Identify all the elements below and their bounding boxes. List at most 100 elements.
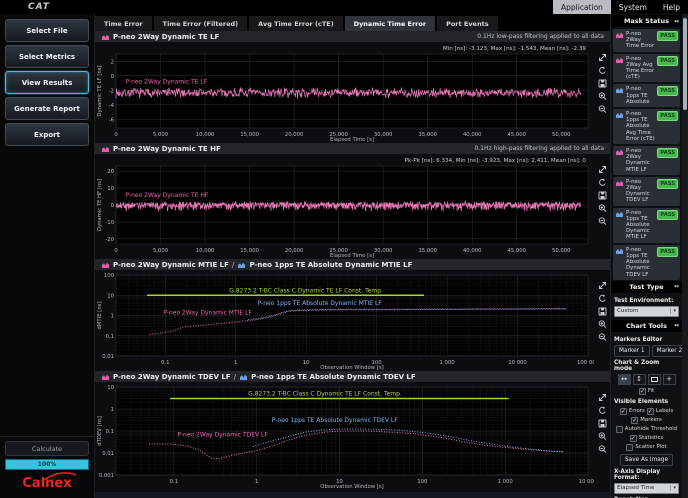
zoom-out-icon[interactable] — [597, 444, 608, 455]
zoom-out-icon[interactable] — [597, 332, 608, 343]
sidebar-button-select-file[interactable]: Select File — [5, 19, 89, 42]
svg-text:100 000: 100 000 — [577, 360, 594, 366]
tab-port-events[interactable]: Port Events — [437, 16, 498, 31]
xaxis-format-select[interactable]: Elapsed Time ▾ — [614, 483, 679, 494]
pan-vertical-icon[interactable]: ↕ — [633, 374, 646, 385]
marker-button-marker-2[interactable]: Marker 2 — [652, 345, 682, 357]
menu-item-help[interactable]: Help — [655, 0, 688, 14]
chart-canvas-3[interactable]: 0.11101001 00010 000100 0001001010.10.01… — [95, 270, 594, 371]
app-body: Select File Select Metrics View Results Gen… — [0, 14, 688, 498]
refresh-icon[interactable] — [597, 293, 608, 304]
tab-time-error[interactable]: Time Error — [95, 16, 152, 31]
expand-icon[interactable] — [597, 392, 608, 403]
sidebar-button-select-metrics[interactable]: Select Metrics — [5, 45, 89, 68]
save-image-icon[interactable] — [597, 306, 608, 317]
marker-button-marker-1[interactable]: Marker 1 — [614, 345, 650, 357]
blue-chart-icon — [237, 261, 246, 269]
svg-text:1: 1 — [234, 360, 237, 366]
zoom-in-icon[interactable] — [597, 319, 608, 330]
checkbox-label: Statistics — [639, 435, 664, 441]
calculate-button[interactable]: Calculate — [5, 441, 89, 456]
chart-canvas-2[interactable]: 05,00010,00015,00020,00025,00030,00035,0… — [95, 154, 594, 259]
mask-status-entry[interactable]: P-neo 1pps TE Absolute Avg Time Error (c… — [613, 109, 680, 144]
expand-icon[interactable] — [597, 164, 608, 175]
scrollbar-thumb[interactable] — [683, 18, 687, 110]
refresh-icon[interactable] — [597, 65, 608, 76]
status-badge: PASS — [657, 210, 678, 220]
chart-canvas-4[interactable]: 0.11101001 00010 0001010.10.010.001Obser… — [95, 382, 594, 490]
zoom-box-icon[interactable] — [648, 374, 661, 385]
svg-text:5,000: 5,000 — [153, 132, 169, 138]
title-separator: / — [232, 261, 235, 269]
checkbox-unchecked[interactable] — [616, 426, 623, 433]
mask-status-entry[interactable]: P-neo 2Way Dynamic TDEV LFPASS — [613, 177, 680, 206]
checkbox-checked[interactable]: ✓ — [620, 408, 627, 415]
save-image-icon[interactable] — [597, 190, 608, 201]
collapse-panel-icon[interactable]: ↔ — [674, 18, 679, 25]
zoom-in-icon[interactable] — [597, 91, 608, 102]
zoom-out-icon[interactable] — [597, 104, 608, 115]
svg-text:10: 10 — [303, 360, 310, 366]
series-label: P-neo 1pps TE Absolute Dynamic MTIE LF — [258, 300, 383, 307]
mask-status-header[interactable]: Mask Status ↔ — [611, 15, 682, 27]
refresh-icon[interactable] — [597, 177, 608, 188]
test-type-header[interactable]: Test Type ↔ — [611, 281, 682, 293]
sidebar-button-generate-report[interactable]: Generate Report — [5, 97, 89, 120]
tab-time-error-filtered-[interactable]: Time Error (Filtered) — [154, 16, 248, 31]
save-as-image-button[interactable]: Save As Image — [620, 454, 673, 466]
series-label: P-neo 2Way Dynamic TE HF — [125, 192, 208, 199]
chart-row: 05,00010,00015,00020,00025,00030,00035,0… — [95, 42, 610, 143]
blue-chart-icon — [615, 111, 624, 119]
save-image-icon[interactable] — [597, 418, 608, 429]
test-environment-select[interactable]: Custom ▾ — [614, 306, 679, 317]
svg-text:0.1: 0.1 — [106, 334, 114, 340]
checkbox-checked[interactable]: ✓ — [647, 408, 654, 415]
expand-icon[interactable] — [597, 52, 608, 63]
mask-status-entry[interactable]: P-neo 2Way Avg Time Error (cTE)PASS — [613, 54, 680, 83]
sidebar-buttons: Select File Select Metrics View Results Gen… — [0, 14, 94, 146]
right-sidebar: Mask Status ↔ P-neo 2Way Time ErrorPASSP… — [610, 14, 682, 498]
sidebar-button-view-results[interactable]: View Results — [5, 71, 89, 94]
scrollbar[interactable] — [682, 14, 688, 498]
xaxis-format-label: X-Axis Display Format: — [614, 469, 679, 481]
mask-status-entry[interactable]: P-neo 2Way Dynamic MTIE LFPASS — [613, 146, 680, 175]
mask-entry-label: P-neo 2Way Dynamic TDEV LF — [626, 179, 655, 204]
mask-entry-label: P-neo 2Way Avg Time Error (cTE) — [626, 56, 655, 81]
checkbox-label: Scatter Plot — [635, 444, 666, 450]
sidebar-button-export[interactable]: Export — [5, 123, 89, 146]
mask-status-entry[interactable]: P-neo 1pps TE Absolute Dynamic MTIE LFPA… — [613, 208, 680, 243]
checkbox-checked[interactable]: ✓ — [630, 435, 637, 442]
svg-text:0.01: 0.01 — [102, 451, 114, 457]
pan-horizontal-icon[interactable]: ↔ — [618, 374, 631, 385]
tab-dynamic-time-error[interactable]: Dynamic Time Error — [345, 16, 435, 31]
checkbox-checked[interactable]: ✓ — [639, 388, 646, 395]
checkbox-unchecked[interactable] — [626, 444, 633, 451]
checkbox-checked[interactable]: ✓ — [631, 417, 638, 424]
y-axis-label: Dynamic TE LF [ns] — [97, 65, 103, 116]
refresh-icon[interactable] — [597, 405, 608, 416]
svg-text:50,000: 50,000 — [552, 132, 571, 138]
chart-block-4: P-neo 2Way Dynamic TDEV LF/P-neo 1pps TE… — [95, 371, 610, 490]
chart-icon-column — [594, 154, 610, 259]
svg-text:15,000: 15,000 — [240, 248, 259, 254]
zoom-in-icon[interactable] — [597, 203, 608, 214]
menu-item-system[interactable]: System — [611, 0, 655, 14]
save-image-icon[interactable] — [597, 78, 608, 89]
chart-tools-header[interactable]: Chart Tools ↔ — [611, 320, 682, 332]
mask-status-entry[interactable]: P-neo 1pps TE Absolute Dynamic TDEV LFPA… — [613, 245, 680, 280]
mask-status-entry[interactable]: P-neo 2Way Time ErrorPASS — [613, 29, 680, 52]
tab-avg-time-error-cte-[interactable]: Avg Time Error (cTE) — [249, 16, 343, 31]
svg-text:15,000: 15,000 — [240, 132, 259, 138]
collapse-panel-icon[interactable]: ↔ — [674, 283, 679, 290]
crosshair-icon[interactable]: + — [663, 374, 676, 385]
chevron-down-icon: ▾ — [670, 485, 676, 491]
chart-canvas-1[interactable]: 05,00010,00015,00020,00025,00030,00035,0… — [95, 42, 594, 143]
zoom-in-icon[interactable] — [597, 431, 608, 442]
visible-elements-checkboxes: ✓Errors✓Labels✓MarkersAutohide Threshold… — [614, 407, 679, 452]
mask-status-entry[interactable]: P-neo 1pps TE AbsolutePASS — [613, 84, 680, 107]
collapse-panel-icon[interactable]: ↔ — [674, 322, 679, 329]
expand-icon[interactable] — [597, 280, 608, 291]
chart-icon-column — [594, 270, 610, 371]
menu-item-application[interactable]: Application — [553, 0, 611, 14]
zoom-out-icon[interactable] — [597, 216, 608, 227]
